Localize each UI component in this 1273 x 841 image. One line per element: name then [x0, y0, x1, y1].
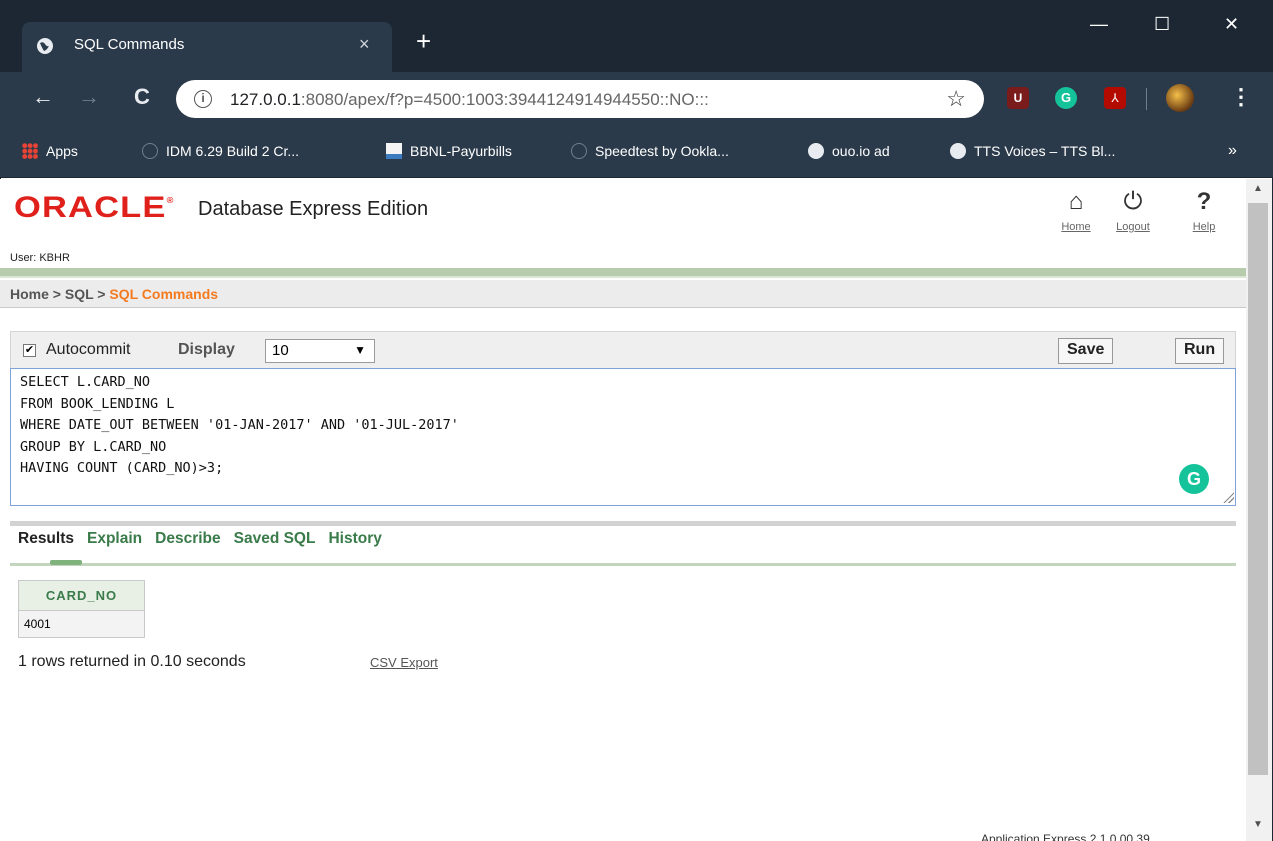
tab-strip: SQL Commands × + — ☐ ✕ — [0, 0, 1273, 72]
results-table: CARD_NO 4001 — [18, 580, 145, 638]
bookmark-idm[interactable]: IDM 6.29 Build 2 Cr... — [142, 143, 299, 159]
header-home-link[interactable]: ⌂ Home — [1056, 188, 1096, 234]
tabs-underline — [10, 563, 1236, 566]
csv-export-link[interactable]: CSV Export — [370, 655, 438, 670]
bbnl-icon — [386, 143, 402, 159]
apps-grid-icon — [22, 143, 38, 159]
dropdown-arrow-icon: ▼ — [354, 343, 366, 357]
profile-avatar[interactable] — [1166, 84, 1194, 112]
bookmark-bbnl[interactable]: BBNL-Payurbills — [386, 143, 512, 159]
bookmarks-overflow-icon[interactable]: » — [1228, 142, 1237, 160]
breadcrumb-home[interactable]: Home — [10, 286, 49, 302]
globe-icon — [37, 38, 53, 54]
tab-title: SQL Commands — [74, 36, 185, 53]
resize-grip[interactable] — [1222, 491, 1234, 503]
reload-button[interactable]: C — [134, 86, 150, 108]
tab-close-icon[interactable]: × — [359, 34, 370, 55]
close-window-button[interactable]: ✕ — [1224, 14, 1239, 35]
logout-label: Logout — [1116, 221, 1150, 233]
toolbar-separator — [1146, 88, 1147, 110]
display-label: Display — [178, 341, 235, 358]
globe-icon — [950, 143, 966, 159]
help-icon: ? — [1196, 188, 1212, 215]
product-title: Database Express Edition — [198, 198, 429, 220]
column-header-card-no[interactable]: CARD_NO — [18, 580, 145, 611]
result-tabs: Results Explain Describe Saved SQL History — [18, 530, 395, 548]
breadcrumb-sql[interactable]: SQL — [65, 286, 94, 302]
header-help-link[interactable]: ? Help — [1184, 188, 1224, 234]
scroll-down-icon[interactable]: ▼ — [1253, 819, 1263, 830]
scroll-up-icon[interactable]: ▲ — [1253, 183, 1263, 194]
browser-tab[interactable]: SQL Commands × — [22, 22, 392, 72]
header-divider-light — [0, 276, 1246, 278]
bookmark-speedtest[interactable]: Speedtest by Ookla... — [571, 143, 729, 159]
bookmark-tts[interactable]: TTS Voices – TTS Bl... — [950, 143, 1115, 159]
site-info-icon[interactable]: i — [194, 90, 212, 108]
tab-saved-sql[interactable]: Saved SQL — [234, 530, 316, 547]
breadcrumb: Home > SQL > SQL Commands — [0, 280, 1246, 308]
run-button[interactable]: Run — [1175, 338, 1225, 364]
tab-results[interactable]: Results — [18, 530, 74, 547]
page-icon — [142, 143, 158, 159]
display-select[interactable]: 10 ▼ — [265, 339, 375, 363]
tab-explain[interactable]: Explain — [87, 530, 142, 547]
bookmarks-bar: Apps IDM 6.29 Build 2 Cr... BBNL-Payurbi… — [0, 126, 1273, 178]
tab-describe[interactable]: Describe — [155, 530, 220, 547]
autocommit-label: Autocommit — [46, 341, 131, 358]
minimize-button[interactable]: — — [1090, 14, 1108, 35]
bookmark-apps[interactable]: Apps — [22, 143, 78, 159]
browser-toolbar: ← → C i 127.0.0.1:8080/apex/f?p=4500:100… — [0, 72, 1273, 126]
maximize-button[interactable]: ☐ — [1154, 14, 1170, 35]
url-text[interactable]: 127.0.0.1:8080/apex/f?p=4500:1003:394412… — [230, 90, 709, 110]
power-icon: ⏻ — [1123, 188, 1143, 215]
scrollbar-thumb[interactable] — [1248, 203, 1268, 775]
forward-button[interactable]: → — [78, 86, 100, 108]
page-icon — [571, 143, 587, 159]
bookmark-star-icon[interactable]: ☆ — [946, 86, 966, 112]
autocommit-checkbox[interactable]: ✔ — [23, 344, 36, 357]
apex-version: Application Express 2.1.0.00.39 — [981, 832, 1150, 841]
command-bar: ✔ Autocommit Display 10 ▼ Save Run — [10, 331, 1236, 368]
active-tab-marker — [50, 560, 82, 565]
user-label: User: KBHR — [10, 252, 70, 264]
help-label: Help — [1192, 221, 1216, 233]
table-row: 4001 — [18, 610, 145, 638]
new-tab-button[interactable]: + — [416, 28, 431, 54]
home-label: Home — [1061, 221, 1091, 233]
oracle-logo: ORACLE® — [14, 191, 175, 224]
breadcrumb-current: SQL Commands — [109, 286, 219, 302]
save-button[interactable]: Save — [1058, 338, 1114, 364]
bookmark-ouo[interactable]: ouo.io ad — [808, 143, 890, 159]
table-cell: 4001 — [18, 610, 145, 638]
sql-editor[interactable]: SELECT L.CARD_NO FROM BOOK_LENDING L WHERE… — [10, 368, 1236, 506]
tab-history[interactable]: History — [328, 530, 381, 547]
address-bar[interactable]: i 127.0.0.1:8080/apex/f?p=4500:1003:3944… — [176, 80, 984, 118]
browser-menu-icon[interactable]: ⋮ — [1230, 86, 1252, 108]
rows-returned-text: 1 rows returned in 0.10 seconds — [18, 653, 246, 670]
home-icon: ⌂ — [1068, 188, 1084, 215]
grammarly-extension-icon[interactable]: G — [1055, 87, 1077, 109]
back-button[interactable]: ← — [32, 86, 54, 108]
header-divider — [0, 268, 1246, 276]
globe-icon — [808, 143, 824, 159]
pdf-extension-icon[interactable]: ⅄ — [1104, 87, 1126, 109]
header-logout-link[interactable]: ⏻ Logout — [1113, 188, 1153, 234]
grammarly-icon[interactable]: G — [1179, 464, 1209, 494]
page-content: ORACLE® Database Express Edition ⌂ Home … — [0, 179, 1246, 841]
ublock-extension-icon[interactable]: U — [1007, 87, 1029, 109]
section-divider — [10, 521, 1236, 526]
vertical-scrollbar[interactable]: ▲ ▼ — [1246, 179, 1272, 841]
